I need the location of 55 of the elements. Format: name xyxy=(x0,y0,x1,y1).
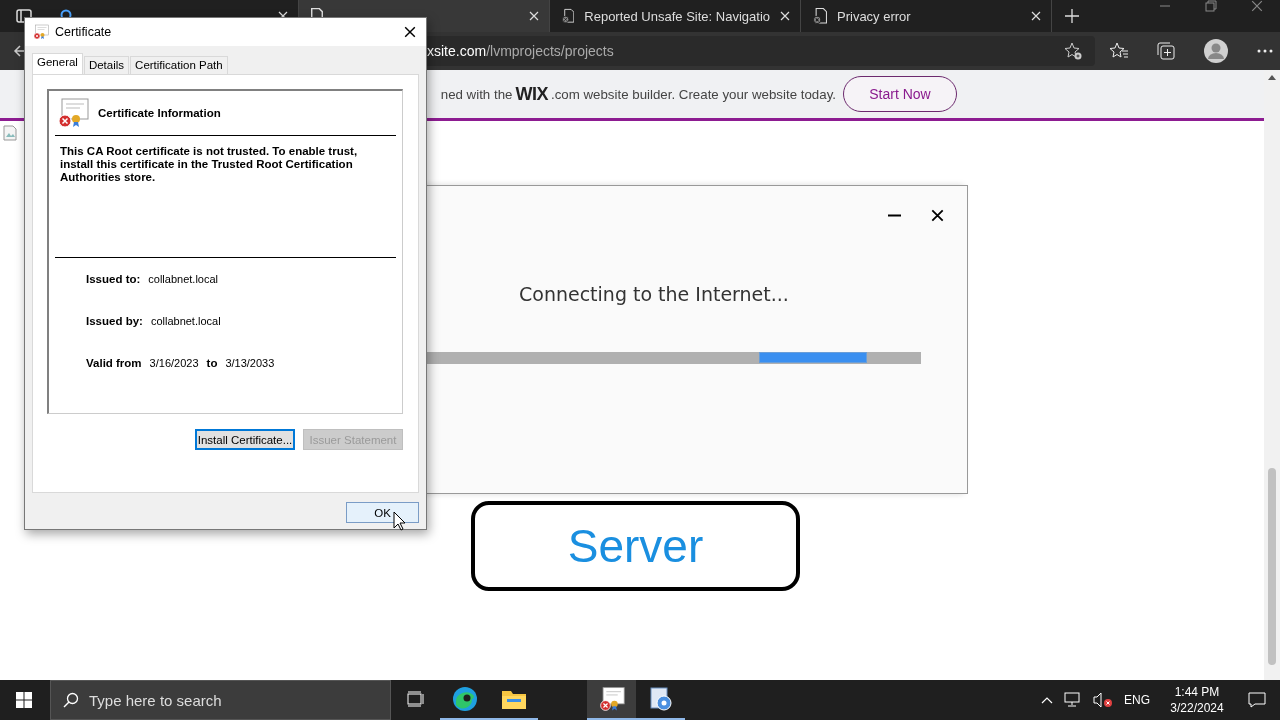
certificate-icon xyxy=(33,24,49,40)
profile-avatar-icon[interactable] xyxy=(1203,38,1229,64)
folder-icon[interactable] xyxy=(500,688,527,710)
field-label: to xyxy=(206,357,218,369)
mouse-cursor-icon xyxy=(393,511,406,531)
clock-time[interactable]: 1:44 PM xyxy=(1174,684,1220,700)
installer-app-icon[interactable] xyxy=(647,686,674,712)
page-warning-icon xyxy=(813,8,827,24)
field-label: Issued by: xyxy=(86,315,143,327)
windows-start-icon[interactable] xyxy=(16,692,32,708)
dialog-tab[interactable]: Certification Path xyxy=(130,56,228,74)
certificate-app-icon[interactable] xyxy=(598,686,625,712)
notification-icon[interactable] xyxy=(1248,691,1266,709)
scroll-thumb[interactable] xyxy=(1268,468,1276,665)
section-heading: Certificate Information xyxy=(98,107,221,119)
server-label: Server xyxy=(471,501,800,591)
promo-text: ned with the WIX .com website builder. Create your website today. xyxy=(440,83,836,105)
dialog-tab[interactable]: Details xyxy=(83,56,130,74)
certificate-error-icon xyxy=(57,97,89,129)
field-value: collabnet.local xyxy=(150,315,221,327)
tab-actions-icon[interactable] xyxy=(16,8,32,24)
star-add-icon[interactable] xyxy=(1063,41,1083,61)
window-title: Certificate xyxy=(55,25,113,39)
more-icon[interactable] xyxy=(1256,48,1274,54)
taskbar-search-field[interactable]: Type here to search xyxy=(50,680,391,720)
scroll-up-icon[interactable] xyxy=(1268,74,1276,80)
back-arrow-icon[interactable] xyxy=(13,44,27,58)
trust-warning-text: This CA Root certificate is not trusted. To enable trust, install this certificate in the Trusted Root Certification Authorities store. xyxy=(60,145,358,183)
dialog-button[interactable]: Install Certificate... xyxy=(195,429,295,450)
field-value: 3/13/2033 xyxy=(225,357,275,369)
field-value: collabnet.local xyxy=(148,273,219,285)
ok-button[interactable]: OK xyxy=(346,502,419,523)
field-value: 3/16/2023 xyxy=(149,357,199,369)
plus-icon[interactable] xyxy=(1064,8,1080,24)
chevron-up-icon[interactable] xyxy=(1041,696,1053,704)
field-label: Valid from xyxy=(86,357,142,369)
volume-muted-icon[interactable] xyxy=(1093,692,1113,708)
page-icon xyxy=(311,8,323,17)
restore-icon[interactable] xyxy=(1205,0,1217,12)
language-indicator[interactable]: ENG xyxy=(1124,693,1150,707)
collections-icon[interactable] xyxy=(1156,41,1176,61)
task-view-icon[interactable] xyxy=(406,691,425,707)
scrollbar[interactable] xyxy=(1264,70,1280,680)
search-icon xyxy=(63,692,79,708)
close-icon[interactable] xyxy=(404,26,416,38)
network-icon[interactable] xyxy=(1064,692,1082,708)
close-icon[interactable] xyxy=(931,209,944,222)
field-label: Issued to: xyxy=(86,273,141,285)
page-warning-icon xyxy=(562,8,575,24)
favorites-icon[interactable] xyxy=(1109,41,1129,61)
minimize-icon[interactable] xyxy=(888,214,901,217)
status-message: Connecting to the Internet... xyxy=(519,283,789,305)
clock-date[interactable]: 3/22/2024 xyxy=(1170,700,1224,716)
start-now-button[interactable]: Start Now xyxy=(843,76,957,112)
dialog-tab[interactable]: General xyxy=(32,53,83,74)
